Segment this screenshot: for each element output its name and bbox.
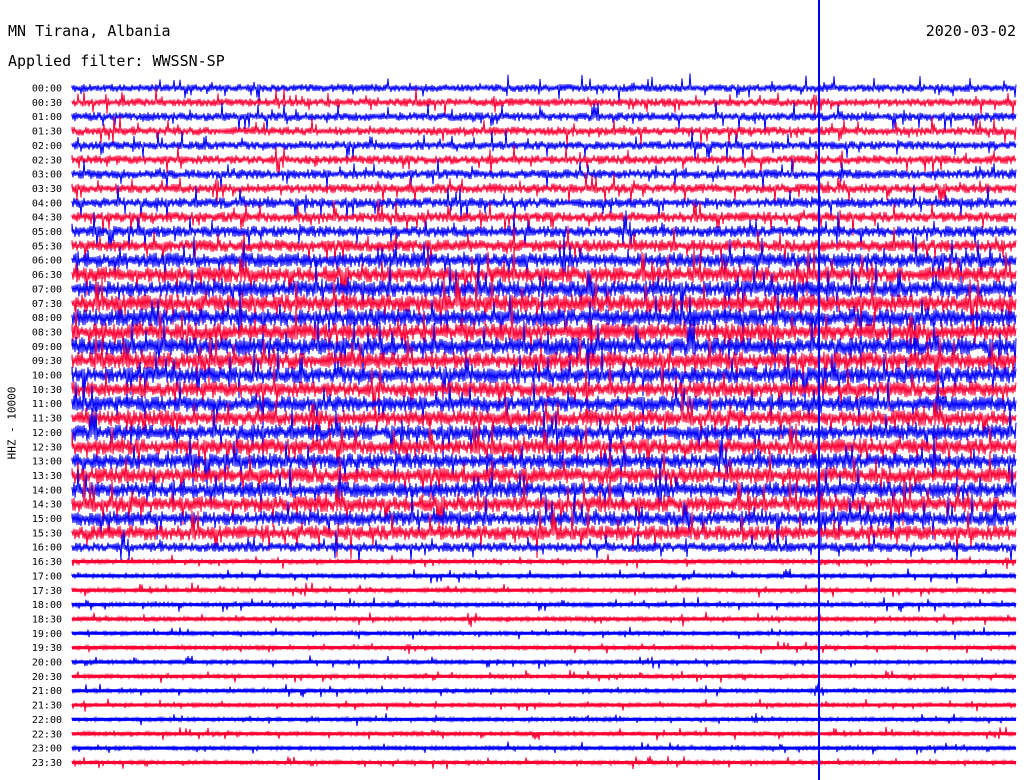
row-time-label: 07:00 — [32, 284, 62, 295]
trace-row-0030 — [71, 87, 1017, 117]
row-time-label: 08:30 — [32, 327, 62, 338]
row-time-label: 23:30 — [32, 758, 62, 769]
row-time-label: 04:30 — [32, 213, 62, 224]
row-time-label: 09:30 — [32, 356, 62, 367]
row-time-label: 17:30 — [32, 586, 62, 597]
row-time-label: 13:30 — [32, 471, 62, 482]
row-time-label: 22:00 — [32, 715, 62, 726]
row-time-label: 01:00 — [32, 112, 62, 123]
helicorder-view: MN Tirana, Albania 2020-03-02 Applied fi… — [0, 0, 1024, 780]
row-time-label: 03:30 — [32, 184, 62, 195]
row-time-label: 12:00 — [32, 428, 62, 439]
row-time-label: 06:00 — [32, 256, 62, 267]
row-time-label: 10:00 — [32, 371, 62, 382]
trace-row-0000 — [71, 73, 1017, 103]
row-time-label: 00:00 — [32, 84, 62, 95]
row-time-label: 20:00 — [32, 658, 62, 669]
row-time-label: 10:30 — [32, 385, 62, 396]
row-time-label: 21:00 — [32, 686, 62, 697]
row-time-label: 22:30 — [32, 729, 62, 740]
row-time-label: 20:30 — [32, 672, 62, 683]
row-time-label: 08:00 — [32, 313, 62, 324]
row-time-label: 19:30 — [32, 643, 62, 654]
row-time-label: 05:00 — [32, 227, 62, 238]
row-time-label: 23:00 — [32, 744, 62, 755]
row-time-label: 11:00 — [32, 399, 62, 410]
row-time-label: 09:00 — [32, 342, 62, 353]
row-time-label: 14:00 — [32, 485, 62, 496]
row-time-label: 13:00 — [32, 457, 62, 468]
trace-row-0130 — [71, 115, 1017, 146]
row-time-label: 15:00 — [32, 514, 62, 525]
row-time-label: 06:30 — [32, 270, 62, 281]
row-time-label: 02:30 — [32, 155, 62, 166]
seismogram-plot: 00:00 00:30 01:00 01:30 02:00 02:30 03:00 03:30… — [32, 0, 1017, 780]
row-time-label: 00:30 — [32, 98, 62, 109]
row-time-label: 05:30 — [32, 241, 62, 252]
row-time-label: 14:30 — [32, 500, 62, 511]
row-time-label: 11:30 — [32, 414, 62, 425]
row-time-label: 19:00 — [32, 629, 62, 640]
row-time-label: 16:30 — [32, 557, 62, 568]
row-time-label: 04:00 — [32, 198, 62, 209]
row-time-label: 12:30 — [32, 442, 62, 453]
row-time-label: 17:00 — [32, 571, 62, 582]
row-time-label: 01:30 — [32, 127, 62, 138]
row-time-label: 02:00 — [32, 141, 62, 152]
row-time-label: 03:00 — [32, 170, 62, 181]
row-time-label: 15:30 — [32, 528, 62, 539]
row-time-label: 18:00 — [32, 600, 62, 611]
row-time-label: 21:30 — [32, 701, 62, 712]
row-time-label: 07:30 — [32, 299, 62, 310]
row-time-label: 18:30 — [32, 614, 62, 625]
row-time-label: 16:00 — [32, 543, 62, 554]
